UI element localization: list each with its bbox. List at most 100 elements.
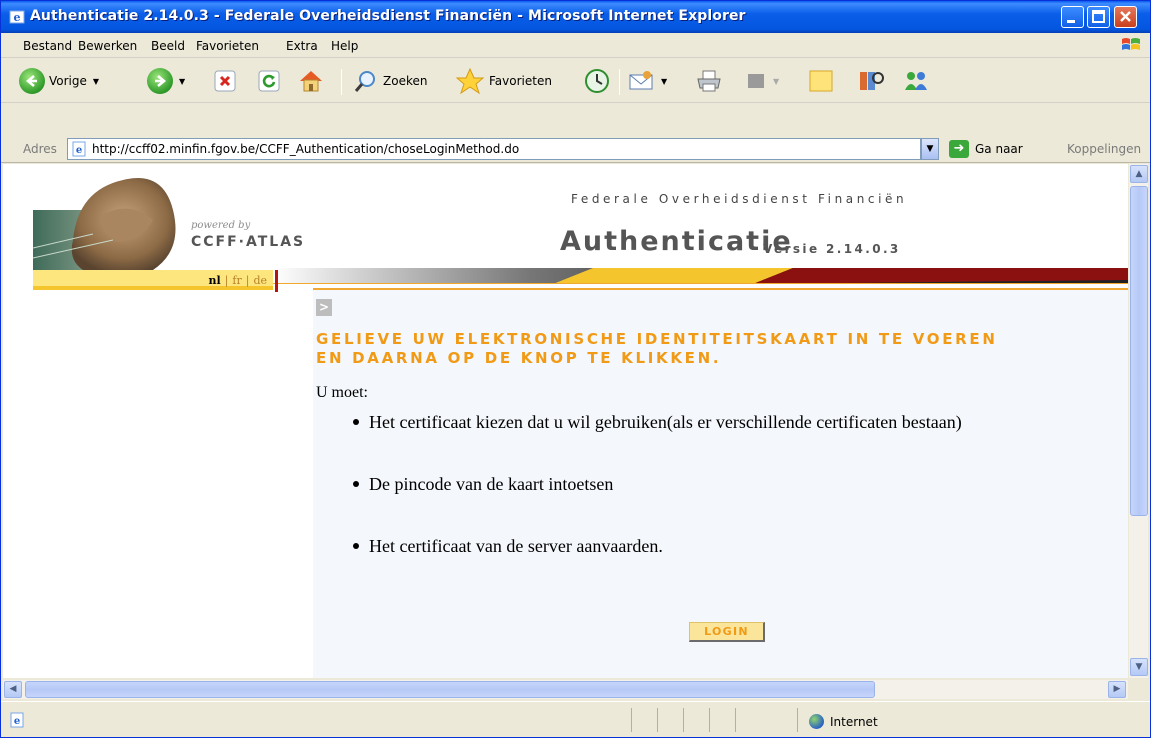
research-button[interactable] bbox=[857, 67, 885, 95]
forward-arrow-icon bbox=[147, 68, 173, 94]
step-text: Het certificaat van de server aanvaarden… bbox=[369, 536, 663, 556]
scroll-down-icon[interactable]: ▼ bbox=[1130, 658, 1148, 676]
search-button[interactable]: Zoeken bbox=[353, 67, 427, 95]
stop-button[interactable] bbox=[213, 67, 237, 95]
powered-by-label: powered by bbox=[191, 220, 251, 231]
messenger-button[interactable] bbox=[901, 67, 931, 95]
menu-bar: Bestand Bewerken Beeld Favorieten Extra … bbox=[1, 33, 1150, 58]
app-title: Authenticatie bbox=[560, 226, 793, 257]
back-label: Vorige bbox=[49, 74, 87, 88]
horizontal-scroll-thumb[interactable] bbox=[25, 681, 875, 698]
scroll-left-icon[interactable]: ◀ bbox=[4, 681, 22, 698]
app-version: Versie 2.14.0.3 bbox=[763, 242, 901, 256]
links-toolbar[interactable]: Koppelingen bbox=[1067, 142, 1141, 156]
globe-icon bbox=[809, 714, 824, 729]
status-cell bbox=[631, 708, 632, 732]
history-button[interactable] bbox=[583, 67, 611, 95]
address-label: Adres bbox=[23, 142, 57, 156]
close-button[interactable] bbox=[1114, 6, 1137, 28]
menu-beeld[interactable]: Beeld bbox=[151, 39, 185, 53]
status-cell bbox=[657, 708, 658, 732]
page-viewport: powered by CCFF·ATLAS Federale Overheids… bbox=[3, 164, 1128, 678]
title-bar: e Authenticatie 2.14.0.3 - Federale Over… bbox=[1, 1, 1150, 33]
address-input[interactable]: e http://ccff02.minfin.fgov.be/CCFF_Auth… bbox=[67, 138, 921, 160]
sidebar: nl | fr | de bbox=[33, 270, 273, 678]
menu-bestand[interactable]: Bestand bbox=[23, 39, 72, 53]
scrollbar-corner bbox=[1128, 680, 1150, 699]
menu-bewerken[interactable]: Bewerken bbox=[78, 39, 137, 53]
status-cell bbox=[797, 708, 798, 732]
svg-text:e: e bbox=[14, 11, 21, 24]
menu-extra[interactable]: Extra bbox=[286, 39, 318, 53]
home-icon bbox=[300, 71, 322, 92]
language-nl[interactable]: nl bbox=[208, 274, 220, 287]
login-button[interactable]: LOGIN bbox=[689, 622, 765, 642]
address-bar: Adres e http://ccff02.minfin.fgov.be/CCF… bbox=[1, 135, 1150, 163]
horizontal-scrollbar[interactable]: ◀ ▶ bbox=[3, 680, 1128, 699]
home-button[interactable] bbox=[297, 67, 325, 95]
chevron-down-icon[interactable]: ▼ bbox=[179, 77, 185, 86]
forward-button[interactable]: ▼ bbox=[147, 67, 185, 95]
instruction-line-2: EN DAARNA OP DE KNOP TE KLIKKEN. bbox=[316, 349, 722, 367]
content-top-rule bbox=[313, 288, 1128, 290]
print-icon bbox=[697, 70, 721, 92]
research-icon bbox=[860, 72, 884, 90]
edit-button[interactable]: ▼ bbox=[745, 67, 779, 95]
favorites-button[interactable]: Favorieten bbox=[455, 67, 552, 95]
vertical-scroll-thumb[interactable] bbox=[1130, 186, 1148, 516]
instruction-line-1: GELIEVE UW ELEKTRONISCHE IDENTITEITSKAAR… bbox=[316, 330, 998, 348]
internet-explorer-icon: e bbox=[9, 10, 25, 24]
step-text: De pincode van de kaart intoetsen bbox=[369, 474, 614, 494]
history-icon bbox=[585, 69, 609, 93]
step-text: Het certificaat kiezen dat u wil gebruik… bbox=[369, 412, 962, 432]
maximize-icon bbox=[1092, 10, 1105, 23]
list-item: De pincode van de kaart intoetsen bbox=[353, 474, 613, 495]
browser-window: e Authenticatie 2.14.0.3 - Federale Over… bbox=[0, 0, 1151, 738]
brand-logo-text: CCFF·ATLAS bbox=[191, 234, 306, 250]
scroll-right-icon[interactable]: ▶ bbox=[1108, 681, 1126, 698]
status-cell bbox=[709, 708, 710, 732]
address-dropdown-button[interactable]: ▼ bbox=[921, 138, 939, 160]
go-arrow-icon: ➜ bbox=[949, 140, 969, 158]
language-de[interactable]: de bbox=[253, 274, 267, 287]
address-url: http://ccff02.minfin.fgov.be/CCFF_Authen… bbox=[92, 142, 520, 156]
language-fr[interactable]: fr bbox=[232, 274, 241, 287]
instruction-heading: GELIEVE UW ELEKTRONISCHE IDENTITEITSKAAR… bbox=[316, 330, 1121, 368]
mail-icon bbox=[629, 71, 653, 90]
language-separator: | bbox=[245, 274, 250, 287]
minimize-icon bbox=[1067, 20, 1075, 23]
bullet-icon bbox=[353, 418, 359, 425]
discuss-button[interactable] bbox=[807, 67, 835, 95]
zone-label: Internet bbox=[830, 714, 878, 729]
chevron-down-icon: ▼ bbox=[926, 144, 934, 154]
status-bar: e Internet bbox=[1, 701, 1150, 737]
standard-toolbar: Vorige ▼ ▼ Zoeken Favorieten ▼ ▼ bbox=[1, 59, 1150, 103]
edit-icon bbox=[748, 74, 764, 88]
bullet-icon bbox=[353, 480, 359, 487]
note-icon bbox=[809, 70, 833, 92]
chevron-down-icon[interactable]: ▼ bbox=[661, 77, 667, 86]
toolbar-separator bbox=[341, 69, 342, 95]
svg-text:e: e bbox=[76, 145, 82, 156]
mail-button[interactable]: ▼ bbox=[627, 67, 667, 95]
print-button[interactable] bbox=[695, 67, 723, 95]
vertical-scrollbar[interactable]: ▲ ▼ bbox=[1128, 164, 1148, 678]
go-button[interactable]: ➜ Ga naar bbox=[949, 138, 1023, 160]
status-cell bbox=[735, 708, 736, 732]
close-icon bbox=[1120, 11, 1131, 22]
go-label: Ga naar bbox=[975, 142, 1023, 156]
maximize-button[interactable] bbox=[1087, 6, 1110, 28]
chevron-down-icon[interactable]: ▼ bbox=[93, 77, 99, 86]
menu-help[interactable]: Help bbox=[331, 39, 358, 53]
minimize-button[interactable] bbox=[1061, 6, 1084, 28]
menu-favorieten[interactable]: Favorieten bbox=[196, 39, 259, 53]
security-zone: Internet bbox=[809, 714, 878, 729]
refresh-button[interactable] bbox=[257, 67, 281, 95]
scroll-up-icon[interactable]: ▲ bbox=[1130, 165, 1148, 183]
toolbar-separator bbox=[619, 69, 620, 95]
back-button[interactable]: Vorige ▼ bbox=[19, 67, 99, 95]
refresh-icon bbox=[258, 70, 280, 92]
back-arrow-icon bbox=[19, 68, 45, 94]
chevron-down-icon[interactable]: ▼ bbox=[773, 77, 779, 86]
windows-logo-icon bbox=[1122, 38, 1140, 50]
